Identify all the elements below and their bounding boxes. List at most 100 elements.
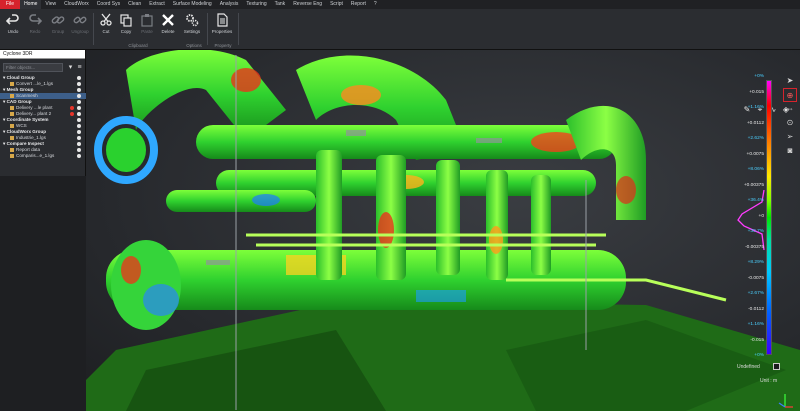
object-icon — [10, 93, 14, 98]
visibility-icon[interactable] — [77, 130, 81, 134]
menu-item-report[interactable]: Report — [347, 0, 370, 9]
visibility-icon[interactable] — [77, 124, 81, 128]
tree-label: CAD Group — [6, 99, 32, 104]
menu-item-extract[interactable]: Extract — [145, 0, 169, 9]
tree-label: Delivery... plant 2 — [16, 111, 52, 116]
status-dot — [70, 106, 74, 110]
object-tree: ▾ Cloud Group Convert ...le_1.lgs ▾ Mesh G… — [0, 75, 86, 159]
object-icon — [10, 111, 14, 116]
scale-tick-label: -0.0075 — [747, 275, 764, 281]
tree-label: Coordinate System — [6, 117, 49, 122]
scale-tick-label: +1.16% — [747, 322, 764, 327]
menu-item-script[interactable]: Script — [326, 0, 347, 9]
visibility-icon[interactable] — [77, 142, 81, 146]
copy-label: Copy — [120, 29, 132, 34]
scale-tick-label: -0.015 — [750, 337, 764, 343]
menu-item-texturing[interactable]: Texturing — [242, 0, 270, 9]
unlink-icon — [73, 16, 87, 24]
object-icon — [10, 135, 14, 140]
ungroup-button[interactable]: Ungroup — [69, 12, 91, 42]
group-button[interactable]: Group — [47, 12, 69, 42]
tree-label: Comparis...e_1.lgs — [16, 153, 55, 158]
ribbon-separator — [238, 13, 239, 45]
properties-button[interactable]: Properties — [211, 12, 233, 42]
panel-title: Cyclone 3DR — [0, 50, 85, 59]
zoom-icon[interactable]: ⊙ — [783, 116, 797, 130]
target-icon[interactable]: ⊕ — [783, 88, 797, 102]
color-scale: +0% +0.015 +1.16% +0.0112 +2.62% +0.0075 +8.06… — [732, 70, 780, 370]
ungroup-label: Ungroup — [71, 29, 89, 34]
options-group-label: Options — [186, 43, 202, 48]
paste-button[interactable]: Paste — [136, 12, 158, 42]
settings-button[interactable]: Settings — [181, 12, 203, 42]
menu-bar: File Home View CloudWorx Coord Sys Clean Extra… — [0, 0, 800, 9]
visibility-icon[interactable] — [77, 118, 81, 122]
scale-tick-label: +0% — [754, 74, 764, 79]
menu-item-tank[interactable]: Tank — [271, 0, 290, 9]
visibility-icon[interactable] — [77, 100, 81, 104]
tree-label: Cloud Group — [6, 75, 35, 80]
filter-input[interactable]: Filter objects... — [3, 63, 63, 72]
object-tree-panel: Cyclone 3DR Filter objects... ▾ ≡ ▾ Clou… — [0, 50, 86, 176]
menu-item-surface-modeling[interactable]: Surface Modeling — [169, 0, 216, 9]
undo-button[interactable]: Undo — [2, 12, 24, 42]
object-icon — [10, 81, 14, 86]
menu-item-clean[interactable]: Clean — [124, 0, 145, 9]
undo-label: Undo — [7, 29, 19, 34]
tree-label: Scanmesh — [16, 93, 38, 98]
navigate-icon[interactable]: ➢ — [783, 130, 797, 144]
properties-label: Properties — [211, 29, 233, 34]
visibility-icon[interactable] — [77, 76, 81, 80]
visibility-icon[interactable] — [77, 112, 81, 116]
object-icon — [10, 105, 14, 110]
menu-item-view[interactable]: View — [41, 0, 60, 9]
pointer-icon[interactable]: ➤ — [783, 74, 797, 88]
scale-tick-label: +0 — [758, 213, 764, 219]
ribbon: Undo Redo Group Ungroup Cut Copy Paste D… — [0, 9, 800, 50]
axis-triad-icon — [778, 394, 793, 408]
visibility-icon[interactable] — [77, 106, 81, 110]
scale-tick-label: +8.06% — [747, 167, 764, 172]
fit-icon[interactable]: ⇔ — [783, 102, 797, 116]
tree-item[interactable]: Comparis...e_1.lgs — [0, 153, 86, 159]
redo-label: Redo — [29, 29, 41, 34]
copy-icon — [120, 14, 132, 27]
tree-label: Report data — [16, 147, 41, 152]
visibility-icon[interactable] — [77, 136, 81, 140]
visibility-icon[interactable] — [77, 154, 81, 158]
ribbon-separator — [207, 13, 208, 45]
visibility-icon[interactable] — [77, 88, 81, 92]
scale-tick-label: +36.4% — [747, 198, 764, 203]
menu-item-cloudworx[interactable]: CloudWorx — [60, 0, 93, 9]
menu-item-coord-sys[interactable]: Coord Sys — [93, 0, 124, 9]
object-icon — [10, 147, 14, 152]
camera-icon[interactable]: ◙ — [783, 144, 797, 158]
menu-icon[interactable]: ≡ — [75, 63, 84, 72]
group-label: Group — [51, 29, 65, 34]
menu-item-home[interactable]: Home — [20, 0, 42, 9]
scissors-icon — [100, 13, 112, 26]
3d-viewport[interactable]: ✎ ⌖ ∿ ◈ — [86, 50, 800, 411]
visibility-icon[interactable] — [77, 94, 81, 98]
menu-item-analysis[interactable]: Analysis — [216, 0, 243, 9]
menu-item-reverse-eng[interactable]: Reverse Eng — [289, 0, 326, 9]
visibility-icon[interactable] — [77, 148, 81, 152]
menu-item-file[interactable]: File — [0, 0, 21, 9]
scale-tick-label: -0.0112 — [748, 306, 764, 312]
scale-tick-label: +0.0075 — [746, 151, 764, 157]
delete-button[interactable]: Delete — [157, 12, 179, 42]
menu-item-[interactable]: ? — [370, 0, 381, 9]
scale-tick-label: +2.67% — [747, 291, 764, 296]
visibility-icon[interactable] — [77, 82, 81, 86]
color-scale-bar — [766, 80, 772, 355]
cut-button[interactable]: Cut — [95, 12, 117, 42]
redo-button[interactable]: Redo — [24, 12, 46, 42]
filter-icon[interactable]: ▾ — [66, 63, 75, 72]
undefined-swatch[interactable] — [773, 363, 780, 370]
scale-tick-label: +1.16% — [747, 105, 764, 110]
delete-label: Delete — [161, 29, 175, 34]
copy-button[interactable]: Copy — [115, 12, 137, 42]
document-icon — [217, 13, 228, 27]
scale-tick-label: +30.7% — [747, 229, 764, 234]
tree-label: Industrie_1.lgs — [16, 135, 46, 140]
